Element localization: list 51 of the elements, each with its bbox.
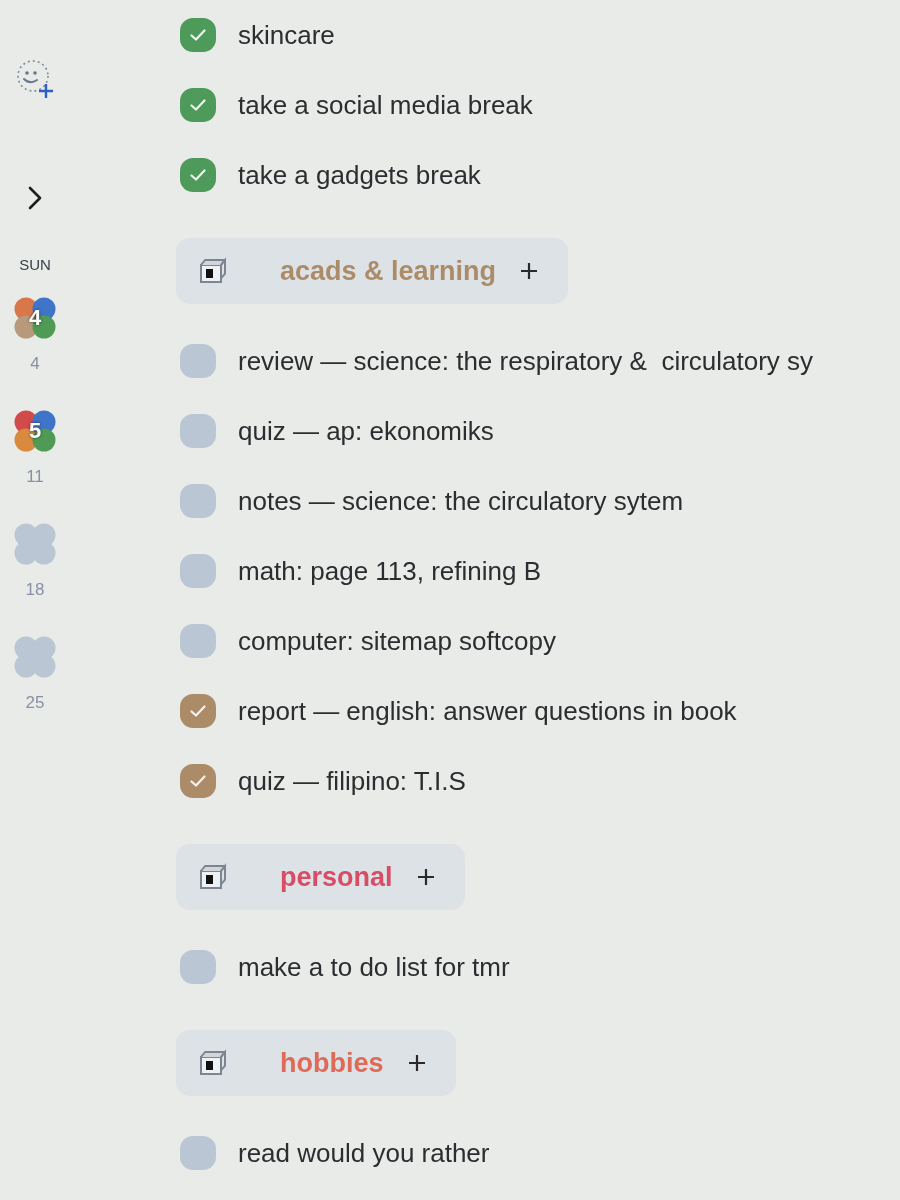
checkbox[interactable] [180, 694, 216, 728]
box-icon [198, 257, 228, 285]
checkbox[interactable] [180, 88, 216, 122]
checkbox[interactable] [180, 554, 216, 588]
checkmark-icon [190, 775, 206, 787]
checkbox[interactable] [180, 950, 216, 984]
task-text: computer: sitemap softcopy [238, 625, 556, 657]
checkbox[interactable] [180, 18, 216, 52]
task-text: make a to do list for tmr [238, 951, 510, 983]
task-text: take a social media break [238, 89, 533, 121]
category-title: personal [280, 861, 393, 893]
week-badge[interactable] [14, 523, 56, 565]
task-text: notes — science: the circulatory sytem [238, 485, 684, 517]
box-icon [198, 1049, 228, 1077]
smiley-plus-icon[interactable] [15, 58, 55, 100]
plus-icon[interactable] [416, 868, 435, 886]
box-icon [198, 863, 228, 891]
week-badge[interactable]: 5 [14, 410, 56, 452]
week-date: 25 [25, 693, 45, 713]
checkbox[interactable] [180, 764, 216, 798]
task-text: quiz — filipino: T.I.S [238, 765, 466, 797]
week-badge[interactable] [14, 636, 56, 678]
plus-icon[interactable] [407, 1054, 426, 1072]
checkmark-icon [190, 29, 206, 41]
checkmark-icon [190, 705, 206, 717]
weekday-label: SUN [19, 256, 51, 274]
checkbox[interactable] [180, 624, 216, 658]
flower-icon [14, 410, 56, 452]
checkbox[interactable] [180, 1136, 216, 1170]
task-text: quiz — ap: ekonomiks [238, 415, 494, 447]
category-title: hobbies [280, 1047, 384, 1079]
checkbox[interactable] [180, 344, 216, 378]
week-date: 4 [30, 354, 40, 374]
checkbox[interactable] [180, 158, 216, 192]
task-text: take a gadgets break [238, 159, 481, 191]
plus-icon[interactable] [520, 262, 539, 280]
task-text: skincare [238, 19, 335, 51]
checkbox[interactable] [180, 414, 216, 448]
week-date: 11 [26, 467, 44, 487]
category-title: acads & learning [280, 255, 497, 287]
task-text: review — science: the respiratory & circulatory sy [238, 345, 814, 377]
flower-icon [14, 636, 56, 678]
checkbox[interactable] [180, 484, 216, 518]
checkmark-icon [190, 169, 206, 181]
week-date: 18 [25, 580, 45, 600]
task-text: math: page 113, refining B [238, 555, 542, 587]
flower-icon [14, 523, 56, 565]
checkmark-icon [190, 99, 206, 111]
chevron-right-icon[interactable] [28, 186, 42, 210]
task-text: read would you rather [238, 1137, 490, 1169]
task-text: report — english: answer questions in book [238, 695, 737, 727]
